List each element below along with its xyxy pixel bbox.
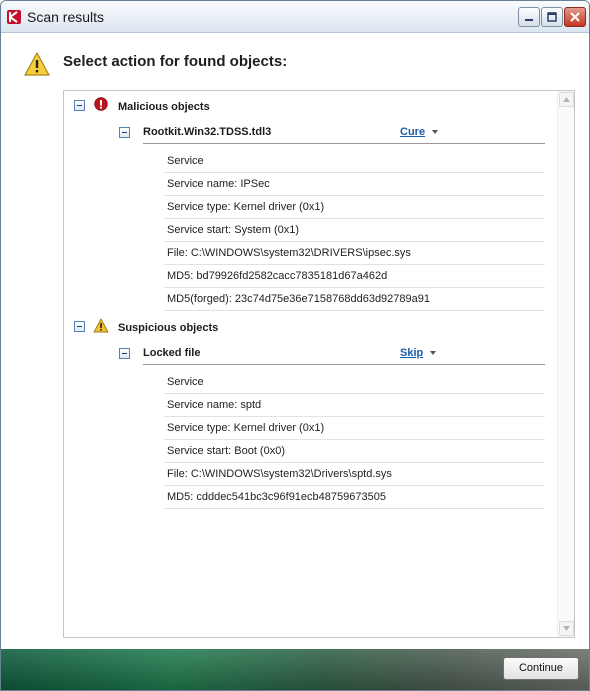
- vertical-scrollbar[interactable]: [557, 91, 574, 637]
- minimize-icon: [525, 19, 533, 21]
- detail-row: Service: [164, 371, 545, 394]
- kaspersky-logo-icon: [7, 10, 21, 24]
- detail-row: MD5: cdddec541bc3c96f91ecb48759673505: [164, 486, 545, 509]
- detail-row: Service type: Kernel driver (0x1): [164, 417, 545, 440]
- malicious-alert-icon: [94, 97, 108, 111]
- footer-bar: [1, 649, 589, 690]
- collapse-malicious-toggle[interactable]: [74, 100, 85, 111]
- scroll-down-button[interactable]: [559, 621, 574, 636]
- threat-divider: [143, 143, 545, 144]
- warning-icon: [24, 52, 50, 76]
- chevron-down-icon[interactable]: [430, 351, 436, 355]
- action-dropdown-skip[interactable]: Skip: [400, 347, 423, 359]
- collapse-threat-toggle[interactable]: [119, 127, 130, 138]
- detail-row: File: C:\WINDOWS\system32\DRIVERS\ipsec.…: [164, 242, 545, 265]
- detail-row: Service name: sptd: [164, 394, 545, 417]
- detail-row: Service: [164, 150, 545, 173]
- scroll-up-button[interactable]: [559, 92, 574, 107]
- threat-divider: [143, 364, 545, 365]
- collapse-suspicious-toggle[interactable]: [74, 321, 85, 332]
- detail-row: Service start: Boot (0x0): [164, 440, 545, 463]
- continue-button[interactable]: Continue: [503, 657, 579, 680]
- minimize-button[interactable]: [518, 7, 540, 27]
- detail-row: Service type: Kernel driver (0x1): [164, 196, 545, 219]
- threat-name: Rootkit.Win32.TDSS.tdl3: [143, 126, 272, 138]
- results-panel[interactable]: Malicious objects Rootkit.Win32.TDSS.tdl…: [63, 90, 575, 638]
- detail-row: Service start: System (0x1): [164, 219, 545, 242]
- suspicious-warning-icon: [93, 318, 109, 333]
- chevron-down-icon[interactable]: [432, 130, 438, 134]
- detail-row: MD5(forged): 23c74d75e36e7158768dd63d927…: [164, 288, 545, 311]
- threat-name: Locked file: [143, 347, 201, 359]
- group-title-suspicious: Suspicious objects: [118, 322, 219, 334]
- maximize-button[interactable]: [541, 7, 563, 27]
- action-dropdown-cure[interactable]: Cure: [400, 126, 425, 138]
- close-button[interactable]: [564, 7, 586, 27]
- title-bar[interactable]: Scan results: [1, 1, 589, 33]
- detail-row: MD5: bd79926fd2582cacc7835181d67a462d: [164, 265, 545, 288]
- chevron-down-icon: [563, 626, 570, 631]
- maximize-icon: [547, 12, 557, 22]
- collapse-threat-toggle[interactable]: [119, 348, 130, 359]
- scan-results-window: Scan results Select action for found obj…: [0, 0, 590, 691]
- page-title: Select action for found objects:: [63, 53, 288, 70]
- close-icon: [570, 12, 580, 22]
- detail-row: File: C:\WINDOWS\system32\Drivers\sptd.s…: [164, 463, 545, 486]
- window-title: Scan results: [27, 9, 105, 25]
- chevron-up-icon: [563, 97, 570, 102]
- group-title-malicious: Malicious objects: [118, 101, 210, 113]
- detail-row: Service name: IPSec: [164, 173, 545, 196]
